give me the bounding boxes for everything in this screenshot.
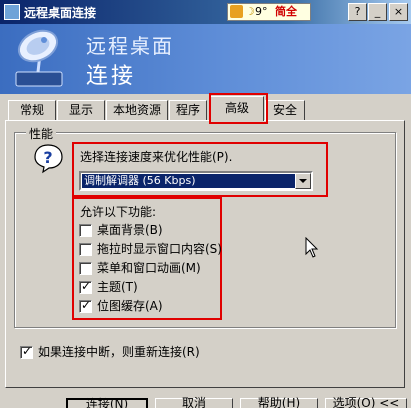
ime-mode-label[interactable]: 简全 [275,4,297,20]
annotation-box-advanced-tab [209,93,268,124]
speed-prompt-label: 选择连接速度来优化性能(P). [80,150,233,164]
banner-title-line2: 连接 [86,64,137,89]
ime-number-toggle[interactable]: 9° [255,4,268,20]
reconnect-label: 如果连接中断，则重新连接(R) [38,345,200,359]
question-help-icon: ? [34,144,63,174]
remote-desktop-dish-icon [15,29,63,87]
options-button[interactable]: 选项(O) << [325,397,407,408]
checkmark-icon: ✓ [81,298,92,312]
checkbox[interactable] [79,243,92,256]
checkmark-icon: ✓ [81,279,92,293]
connection-speed-select[interactable]: 调制解调器 (56 Kbps) [79,171,313,191]
checkmark-icon: ✓ [22,344,33,358]
connection-speed-value: 调制解调器 (56 Kbps) [82,174,295,188]
ime-toolbar[interactable]: ☽ 9° 简全 [227,3,311,21]
mouse-pointer-icon [305,237,319,258]
option-label: 桌面背景(B) [97,223,163,237]
dropdown-button[interactable] [295,173,311,189]
remote-desktop-app-icon [4,4,20,20]
option-label: 拖拉时显示窗口内容(S) [97,242,222,256]
ime-moon-icon[interactable]: ☽ [245,4,255,20]
help-title-button[interactable]: ? [348,3,367,21]
option-label: 位图缓存(A) [97,299,163,313]
title-bar[interactable]: 远程桌面连接 ☽ 9° 简全 ? _ × [0,0,411,24]
checkbox[interactable] [79,262,92,275]
svg-text:?: ? [43,148,52,167]
option-label: 菜单和窗口动画(M) [97,261,201,275]
ime-c-icon[interactable] [230,5,243,18]
minimize-button[interactable]: _ [368,3,387,21]
checkbox-checked[interactable]: ✓ [79,279,92,294]
option-label: 主题(T) [97,280,138,294]
help-button[interactable]: 帮助(H) [240,397,318,408]
tab-display[interactable]: 显示 [57,100,105,121]
window-title: 远程桌面连接 [24,6,97,20]
checkbox-checked[interactable]: ✓ [79,298,92,313]
tab-programs[interactable]: 程序 [169,100,207,121]
connect-button[interactable]: 连接(N) [66,398,148,408]
cancel-button[interactable]: 取消 [155,397,233,408]
close-button[interactable]: × [389,3,408,21]
performance-group-label: 性能 [26,125,57,142]
checkbox-checked[interactable]: ✓ [20,344,33,359]
allow-features-label: 允许以下功能: [80,205,157,219]
tab-general[interactable]: 常规 [8,100,56,121]
checkbox[interactable] [79,224,92,237]
tab-security[interactable]: 安全 [265,100,305,121]
tab-local-resources[interactable]: 本地资源 [106,100,168,121]
banner-title-line1: 远程桌面 [86,34,174,58]
header-banner: 远程桌面 连接 [0,24,411,94]
chevron-down-icon [299,179,307,183]
